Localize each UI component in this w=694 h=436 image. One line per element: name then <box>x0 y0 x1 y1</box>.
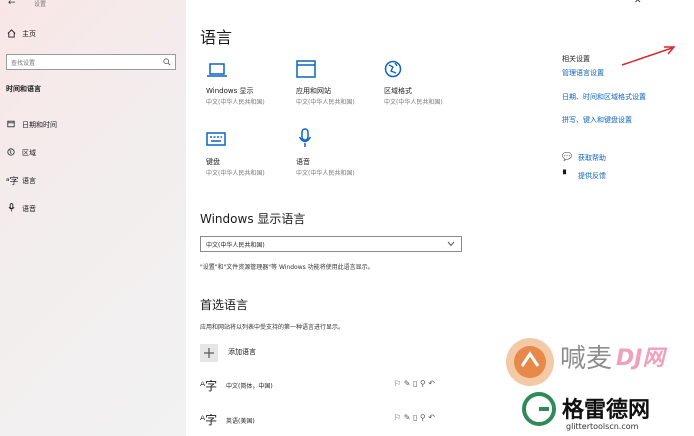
tile-title: 键盘 <box>206 158 220 166</box>
manage-language-settings-link[interactable]: 管理语言设置 <box>562 68 604 78</box>
tile-subtitle: 中文(中华人民共和国) <box>296 99 355 106</box>
close-icon[interactable]: ✕ <box>634 0 642 6</box>
microphone-icon <box>8 203 15 212</box>
window-icon <box>296 60 316 78</box>
sidebar: ← 设置 主页 查找设置 时间和语言 日期和时间 区域 ᵃ字 语言 语音 <box>0 0 186 436</box>
home-icon[interactable] <box>7 29 16 38</box>
tile-title: 应用和网站 <box>296 87 331 95</box>
watermark-url: glittertoolscn.com <box>566 422 639 431</box>
watermark-text2: DJ网 <box>616 346 665 371</box>
help-icon: 💬 <box>562 152 572 161</box>
red-arrow-annotation <box>618 44 678 68</box>
tile-subtitle: 中文(中华人民共和国) <box>296 170 355 177</box>
sidebar-item-label: 区域 <box>22 149 36 157</box>
preferred-heading: 首选语言 <box>200 298 249 312</box>
tile-subtitle: 中文(中华人民共和国) <box>206 99 265 106</box>
tile-subtitle: 中文(中华人民共和国) <box>206 170 265 177</box>
back-label: 设置 <box>34 1 47 8</box>
language-name: 中文(简体，中国) <box>226 383 273 390</box>
sidebar-item-label: 语音 <box>22 205 36 213</box>
display-language-heading: Windows 显示语言 <box>200 212 306 226</box>
calendar-clock-icon <box>7 120 15 128</box>
section-title: 时间和语言 <box>6 85 41 93</box>
language-features-icon: ⚐ ✎ ▯ ⚲ ↶ <box>394 413 436 422</box>
watermark-g-icon <box>522 392 556 426</box>
language-icon: ᴬ字 <box>200 379 218 393</box>
back-icon[interactable]: ← <box>8 0 16 8</box>
feedback-icon: ▘ <box>563 170 570 179</box>
page-title: 语言 <box>200 28 233 47</box>
add-language-label: 添加语言 <box>228 348 256 356</box>
feedback-label: 提供反馈 <box>578 172 606 180</box>
sidebar-item-label: 日期和时间 <box>22 121 57 129</box>
dropdown-value: 中文(中华人民共和国) <box>206 242 265 249</box>
language-icon: ᵃ字 <box>6 177 19 187</box>
watermark: 喊麦 DJ网 格雷德网 glittertoolscn.com <box>504 336 694 436</box>
language-features-icon: ⚐ ✎ ▯ ⚲ ↶ <box>394 379 436 388</box>
display-language-note: "设置"和"文件资源管理器"等 Windows 功能将使用此语言显示。 <box>200 264 374 271</box>
language-name: 英语(美国) <box>226 418 255 425</box>
search-placeholder: 查找设置 <box>11 60 36 67</box>
microphone-icon <box>298 128 312 148</box>
watermark-logo-icon <box>504 336 556 388</box>
chevron-down-icon <box>447 241 455 247</box>
globe-icon <box>384 60 402 78</box>
laptop-icon <box>206 62 228 78</box>
keyboard-icon <box>206 132 226 146</box>
language-icon: ᴬ字 <box>200 413 218 427</box>
tile-subtitle: 中文(中华人民共和国) <box>384 99 443 106</box>
watermark-text3: 格雷德网 <box>562 398 651 423</box>
plus-icon <box>200 344 218 362</box>
related-settings-title: 相关设置 <box>562 55 590 63</box>
home-label[interactable]: 主页 <box>22 29 36 39</box>
preferred-description: 应用和网站将以列表中受支持的第一种语言进行显示。 <box>200 324 345 331</box>
tile-title: 语音 <box>296 158 310 166</box>
search-icon[interactable] <box>163 58 171 66</box>
search-input[interactable]: 查找设置 <box>6 54 176 70</box>
get-help-label: 获取帮助 <box>578 154 606 162</box>
date-time-region-link[interactable]: 日期、时间和区域格式设置 <box>562 92 646 102</box>
sidebar-item-label: 语言 <box>22 177 36 185</box>
watermark-text1: 喊麦 <box>560 344 613 374</box>
globe-icon <box>7 148 15 156</box>
tile-title: Windows 显示 <box>206 87 254 95</box>
spelling-typing-keyboard-link[interactable]: 拼写、键入和键盘设置 <box>562 115 632 125</box>
tile-title: 区域格式 <box>384 87 412 95</box>
display-language-dropdown[interactable]: 中文(中华人民共和国) <box>200 236 462 252</box>
